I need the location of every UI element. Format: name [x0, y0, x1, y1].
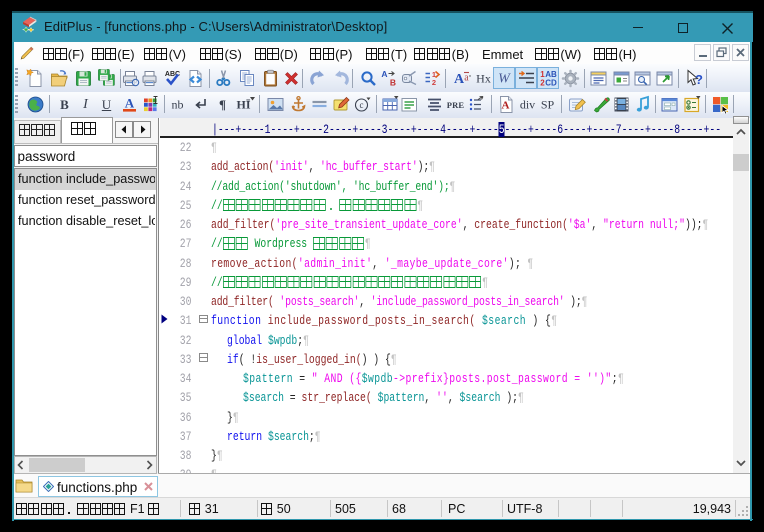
- svg-text:a: a: [464, 72, 469, 83]
- svg-text:A: A: [125, 96, 135, 111]
- svg-text:?: ?: [695, 72, 703, 87]
- svg-text:W: W: [498, 72, 511, 87]
- svg-text:Hx: Hx: [476, 71, 491, 85]
- svg-text:A: A: [381, 69, 387, 79]
- svg-text:B: B: [390, 77, 396, 87]
- svg-text:CD: CD: [545, 79, 557, 88]
- svg-text:c: c: [360, 100, 364, 110]
- svg-text:2: 2: [432, 78, 436, 87]
- svg-text:A: A: [502, 100, 510, 112]
